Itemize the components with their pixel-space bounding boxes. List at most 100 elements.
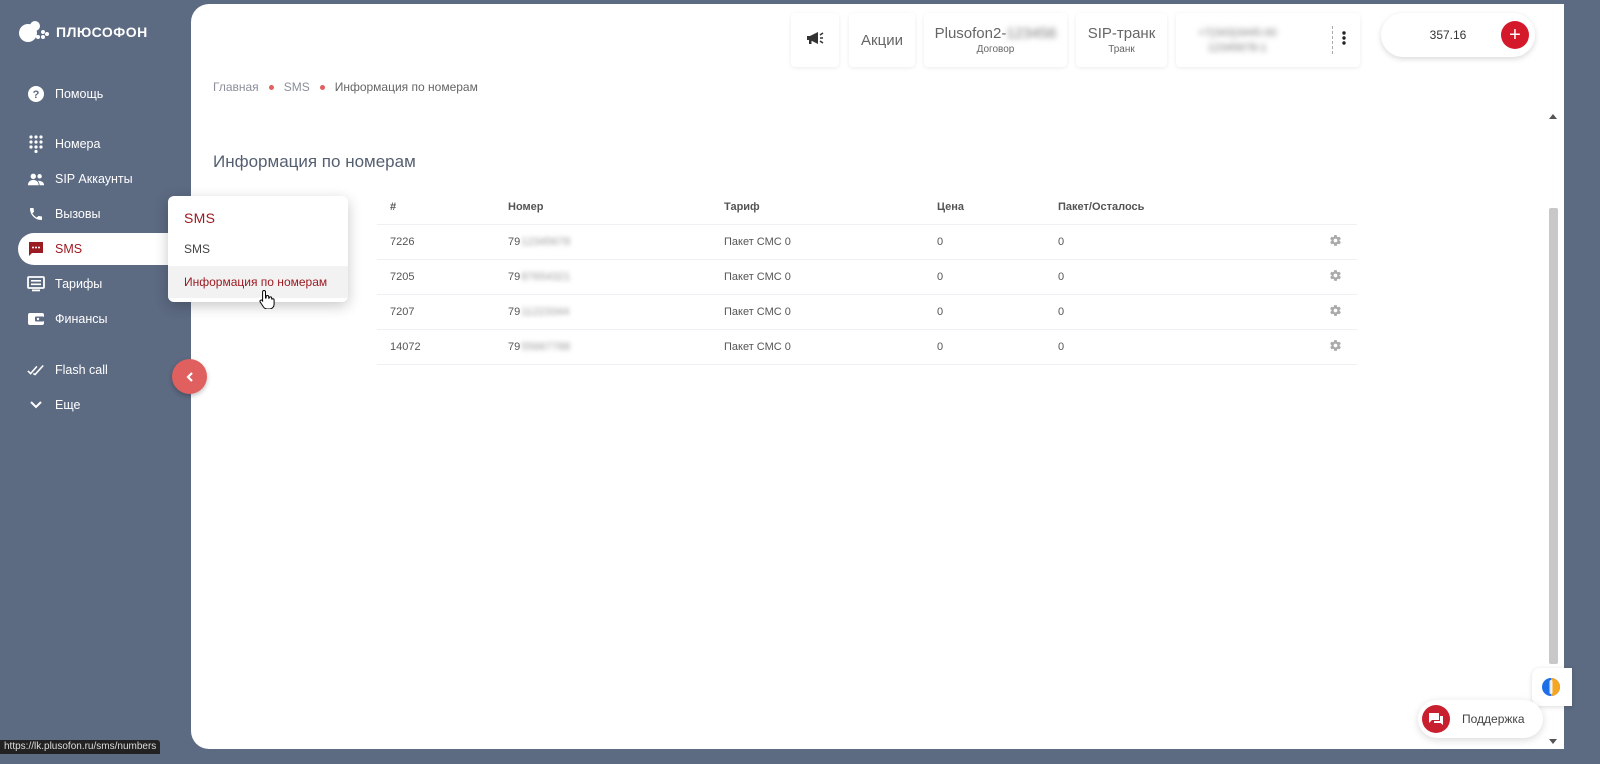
trunk-caption: Транк	[1108, 44, 1135, 55]
top-up-button[interactable]: +	[1501, 21, 1529, 49]
balance-amount: 357.16	[1429, 28, 1467, 42]
table-row: 7207 7911223344 Пакет СМС 0 0 0	[377, 295, 1357, 330]
promo-button[interactable]: Акции	[849, 13, 915, 67]
cell-price: 0	[937, 306, 944, 318]
cell-id: 7226	[390, 236, 415, 248]
gear-icon[interactable]	[1329, 234, 1342, 250]
breadcrumb-separator	[268, 84, 274, 90]
breadcrumb-separator	[319, 84, 325, 90]
column-header-price: Цена	[937, 200, 965, 213]
assistant-widget[interactable]	[1532, 668, 1572, 706]
sidebar-item-tariffs[interactable]: Тарифы	[18, 268, 188, 300]
breadcrumb-home[interactable]: Главная	[213, 80, 259, 94]
contract-caption: Договор	[976, 44, 1015, 55]
help-circle-icon: ?	[27, 85, 45, 103]
cell-price: 0	[937, 341, 944, 353]
support-label: Поддержка	[1462, 712, 1525, 726]
sidebar-item-calls[interactable]: Вызовы	[18, 198, 188, 230]
gear-icon[interactable]	[1329, 304, 1342, 320]
main-content: Акции Plusofon2-123456 Договор SIP-транк…	[191, 4, 1564, 749]
chat-icon	[27, 240, 45, 258]
logo-icon	[19, 21, 49, 42]
cell-package: 0	[1058, 341, 1065, 353]
balance-widget: 357.16 +	[1381, 13, 1535, 57]
cell-number: 7911223344	[508, 306, 570, 318]
column-header-id: #	[390, 200, 397, 213]
gear-icon[interactable]	[1329, 339, 1342, 355]
sidebar-item-label: SMS	[55, 242, 83, 256]
page-title: Информация по номерам	[213, 152, 416, 171]
sidebar-item-finance[interactable]: Финансы	[18, 303, 188, 335]
cell-package: 0	[1058, 236, 1065, 248]
sidebar-item-flash-call[interactable]: Flash call	[18, 354, 188, 386]
cell-package: 0	[1058, 271, 1065, 283]
table-row: 7205 7987654321 Пакет СМС 0 0 0	[377, 260, 1357, 295]
numbers-table: # Номер Тариф Цена Пакет/Осталось 7226 7…	[377, 189, 1357, 365]
cell-id: 7205	[390, 271, 415, 283]
trunk-selector[interactable]: SIP-транк Транк	[1076, 13, 1167, 67]
breadcrumb-current: Информация по номерам	[334, 80, 478, 94]
trunk-value: SIP-транк	[1087, 25, 1156, 42]
announcements-button[interactable]	[791, 13, 839, 67]
double-check-icon	[27, 361, 45, 379]
sidebar: ПЛЮСОФОН ? Помощь Номера SIP Аккаунты Вы…	[0, 0, 191, 764]
table-header: # Номер Тариф Цена Пакет/Осталось	[377, 189, 1357, 225]
sidebar-item-label: Еще	[55, 398, 81, 412]
sidebar-item-numbers[interactable]: Номера	[18, 128, 188, 160]
submenu-item-number-info[interactable]: Информация по номерам	[168, 266, 348, 298]
sidebar-item-label: Вызовы	[55, 207, 101, 221]
sidebar-item-sms[interactable]: SMS	[18, 233, 188, 265]
sidebar-item-label: Финансы	[55, 312, 108, 326]
sidebar-item-label: SIP Аккаунты	[55, 172, 133, 186]
column-header-package: Пакет/Осталось	[1058, 200, 1145, 213]
cell-tariff: Пакет СМС 0	[724, 306, 791, 318]
sidebar-item-label: Flash call	[55, 363, 108, 377]
megaphone-icon	[806, 31, 824, 50]
hand-cursor-icon	[259, 289, 275, 309]
brand-name: ПЛЮСОФОН	[56, 24, 148, 40]
collapse-sidebar-button[interactable]	[172, 359, 207, 394]
cell-number: 7987654321	[508, 271, 571, 283]
wallet-icon	[27, 310, 45, 328]
submenu-title: SMS	[184, 210, 216, 226]
cell-id: 7207	[390, 306, 415, 318]
chat-bubbles-icon	[1422, 705, 1450, 733]
sidebar-item-label: Номера	[55, 137, 101, 151]
list-icon	[27, 275, 45, 293]
dialpad-icon	[27, 135, 45, 153]
more-vertical-icon[interactable]	[1342, 30, 1346, 50]
scroll-down-icon[interactable]	[1548, 738, 1558, 746]
breadcrumb-sms[interactable]: SMS	[284, 80, 310, 94]
sidebar-item-sip-accounts[interactable]: SIP Аккаунты	[18, 163, 188, 195]
cell-price: 0	[937, 236, 944, 248]
cell-tariff: Пакет СМС 0	[724, 271, 791, 283]
chevron-left-icon	[185, 371, 193, 382]
sidebar-item-help[interactable]: ? Помощь	[18, 78, 188, 110]
sidebar-item-more[interactable]: Еще	[18, 389, 188, 421]
column-header-number: Номер	[508, 200, 544, 213]
cell-tariff: Пакет СМС 0	[724, 341, 791, 353]
scrollbar-thumb[interactable]	[1549, 208, 1558, 664]
assistant-icon	[1542, 678, 1560, 696]
cell-price: 0	[937, 271, 944, 283]
table-row: 7226 7912345678 Пакет СМС 0 0 0	[377, 225, 1357, 260]
chevron-down-icon	[27, 396, 45, 414]
phone-selector[interactable]: +7(343)3445-00 12345678-1	[1176, 13, 1360, 67]
submenu-item-sms[interactable]: SMS	[168, 233, 348, 265]
divider	[1332, 26, 1333, 54]
sms-submenu: SMS SMS Информация по номерам	[168, 196, 348, 302]
scroll-up-icon[interactable]	[1548, 112, 1558, 120]
phone-icon	[27, 205, 45, 223]
support-button[interactable]: Поддержка	[1418, 700, 1543, 738]
logo[interactable]: ПЛЮСОФОН	[18, 20, 148, 44]
cell-tariff: Пакет СМС 0	[724, 236, 791, 248]
phone-line-2: 12345678-1	[1207, 41, 1267, 54]
cell-package: 0	[1058, 306, 1065, 318]
contract-selector[interactable]: Plusofon2-123456 Договор	[924, 13, 1067, 67]
table-row: 14072 7955667788 Пакет СМС 0 0 0	[377, 330, 1357, 365]
phone-line-1: +7(343)3445-00	[1198, 26, 1277, 39]
cell-number: 7912345678	[508, 236, 571, 248]
column-header-tariff: Тариф	[724, 200, 760, 213]
svg-text:?: ?	[33, 89, 40, 101]
gear-icon[interactable]	[1329, 269, 1342, 285]
